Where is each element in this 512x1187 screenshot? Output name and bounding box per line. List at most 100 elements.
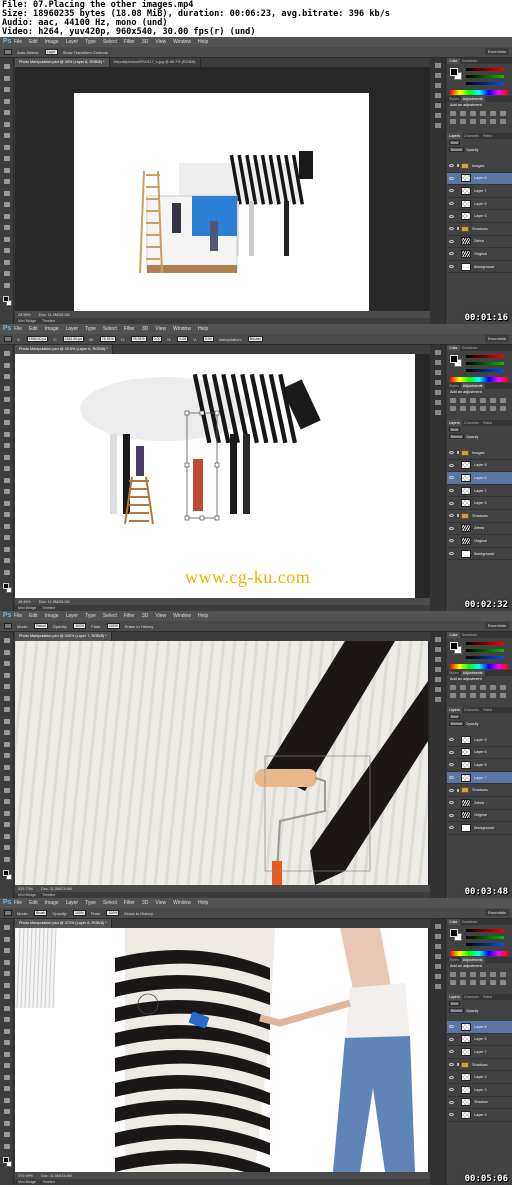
healing-tool-icon[interactable]	[4, 420, 10, 425]
history-brush-tool-icon[interactable]	[4, 1028, 10, 1034]
visibility-eye-icon[interactable]	[449, 763, 454, 767]
tab-layers[interactable]: Layers	[447, 707, 462, 713]
eraser-tool-icon[interactable]	[4, 753, 10, 758]
eyedropper-tool-icon[interactable]	[4, 121, 10, 127]
move-tool-icon[interactable]	[4, 64, 10, 69]
folder-toggle-icon[interactable]	[457, 227, 460, 231]
layer-row[interactable]: Layer 3	[447, 1084, 512, 1097]
brush-tool-icon[interactable]	[4, 1005, 10, 1011]
menu-type[interactable]: Type	[85, 326, 96, 332]
color-spectrum-bar[interactable]	[450, 377, 508, 382]
layer-row[interactable]: Layer 4	[447, 1109, 512, 1122]
tab-layers[interactable]: Layers	[447, 420, 462, 426]
clone-source-panel-icon[interactable]	[435, 123, 441, 128]
move-tool-icon[interactable]	[4, 925, 10, 930]
menu-3d[interactable]: 3D	[142, 39, 148, 45]
layer-row[interactable]: Layer 8	[447, 460, 512, 473]
properties-panel-icon[interactable]	[435, 934, 441, 939]
type-tool-icon[interactable]	[4, 523, 10, 529]
crop-tool-icon[interactable]	[4, 684, 10, 689]
layer-row[interactable]: Layer 7	[447, 771, 512, 785]
history-panel-icon[interactable]	[435, 637, 441, 642]
clone-source-panel-icon[interactable]	[435, 984, 441, 989]
path-select-tool-icon[interactable]	[4, 822, 10, 827]
transform-handle[interactable]	[214, 515, 220, 521]
blur-tool-icon[interactable]	[4, 489, 10, 494]
adjustment-layer-icon[interactable]	[480, 693, 486, 698]
visibility-eye-icon[interactable]	[449, 214, 454, 218]
layer-row[interactable]: Layer 5	[447, 497, 512, 510]
blur-tool-icon[interactable]	[4, 202, 10, 207]
adjustment-layer-icon[interactable]	[470, 685, 476, 690]
adjustment-layer-icon[interactable]	[470, 398, 476, 403]
menu-select[interactable]: Select	[103, 326, 117, 332]
layer-row[interactable]: Layer 6	[447, 198, 512, 211]
clone-stamp-tool-icon[interactable]	[4, 443, 10, 448]
layer-row[interactable]: Layer 2	[447, 1071, 512, 1084]
workspace-switcher[interactable]: Essentials	[484, 335, 509, 342]
adjustment-layer-icon[interactable]	[470, 111, 476, 116]
layer-row[interactable]: Layer 7	[447, 485, 512, 498]
document-tab[interactable]: Photo Manipulation.psd @ 371% (Layer 8, …	[15, 919, 112, 928]
visibility-eye-icon[interactable]	[449, 1100, 454, 1104]
history-panel-icon[interactable]	[435, 924, 441, 929]
adjustment-layer-icon[interactable]	[460, 119, 466, 124]
layer-row[interactable]: Images	[447, 160, 512, 173]
history-panel-icon[interactable]	[435, 350, 441, 355]
layer-row[interactable]: Layer 7	[447, 185, 512, 198]
hand-tool-icon[interactable]	[4, 558, 10, 563]
tab-adjustments[interactable]: Adjustments	[460, 96, 485, 102]
eyedropper-tool-icon[interactable]	[4, 695, 10, 701]
visibility-eye-icon[interactable]	[449, 227, 454, 231]
character-panel-icon[interactable]	[435, 954, 441, 959]
menu-layer[interactable]: Layer	[66, 900, 79, 906]
properties-panel-icon[interactable]	[435, 73, 441, 78]
adjustment-layer-icon[interactable]	[470, 693, 476, 698]
option-value[interactable]: 75.91%	[130, 336, 147, 342]
tab-styles[interactable]: Styles	[447, 383, 461, 389]
adjustment-layer-icon[interactable]	[500, 406, 506, 411]
visibility-eye-icon[interactable]	[449, 1063, 454, 1067]
layer-row[interactable]: Shadows	[447, 510, 512, 523]
option-value[interactable]: 100%	[72, 910, 86, 916]
menu-layer[interactable]: Layer	[66, 326, 79, 332]
shape-tool-icon[interactable]	[4, 833, 10, 839]
color-channel-slider[interactable]	[466, 929, 504, 932]
eraser-tool-icon[interactable]	[4, 179, 10, 184]
layer-row[interactable]: Original	[447, 535, 512, 548]
marquee-tool-icon[interactable]	[4, 362, 10, 368]
crop-tool-icon[interactable]	[4, 110, 10, 115]
tab-channels[interactable]: Channels	[462, 420, 481, 426]
layer-kind-filter[interactable]: Kind	[449, 140, 460, 145]
layer-row[interactable]: Layer 8	[447, 1021, 512, 1034]
color-channel-slider[interactable]	[466, 355, 504, 358]
visibility-eye-icon[interactable]	[449, 750, 454, 754]
tool-preset-icon[interactable]	[4, 49, 12, 55]
transform-handle[interactable]	[214, 410, 220, 416]
adjustment-layer-icon[interactable]	[480, 980, 486, 985]
info-panel-icon[interactable]	[435, 657, 441, 662]
foreground-color-swatch[interactable]	[3, 1157, 9, 1163]
foreground-color-swatch[interactable]	[3, 583, 9, 589]
tab-styles[interactable]: Styles	[447, 96, 461, 102]
healing-tool-icon[interactable]	[4, 994, 10, 999]
visibility-eye-icon[interactable]	[449, 552, 454, 556]
menu-file[interactable]: File	[14, 326, 22, 332]
tool-preset-icon[interactable]	[4, 336, 12, 342]
layer-row[interactable]: Shadows	[447, 784, 512, 797]
menu-image[interactable]: Image	[45, 900, 59, 906]
tab-timeline[interactable]: Timeline	[42, 1180, 55, 1184]
menu-image[interactable]: Image	[45, 613, 59, 619]
menu-view[interactable]: View	[155, 39, 166, 45]
lasso-tool-icon[interactable]	[4, 948, 10, 953]
menu-image[interactable]: Image	[45, 39, 59, 45]
color-channel-slider[interactable]	[466, 649, 504, 652]
quick-select-tool-icon[interactable]	[4, 959, 10, 965]
transform-handle[interactable]	[214, 462, 220, 468]
adjustment-layer-icon[interactable]	[490, 406, 496, 411]
visibility-eye-icon[interactable]	[449, 801, 454, 805]
layer-row[interactable]: Original	[447, 248, 512, 261]
visibility-eye-icon[interactable]	[449, 526, 454, 530]
layer-row[interactable]: Zebra	[447, 797, 512, 810]
layer-row[interactable]: Background	[447, 261, 512, 274]
